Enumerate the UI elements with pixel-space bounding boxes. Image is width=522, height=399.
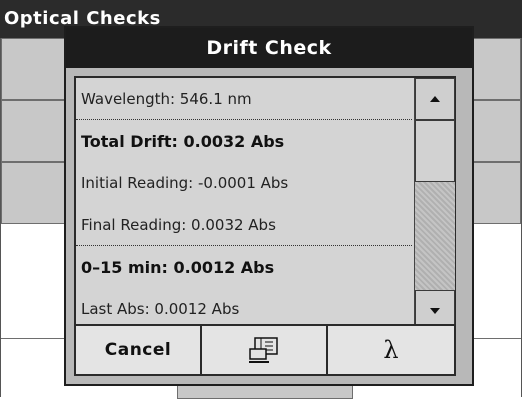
list-item-final-reading: Final Reading: 0.0032 Abs xyxy=(76,204,412,246)
background-left-button-1[interactable] xyxy=(1,38,69,100)
wavelength-button[interactable]: λ xyxy=(326,324,456,376)
cancel-button[interactable]: Cancel xyxy=(74,324,202,376)
list-item-initial-reading: Initial Reading: -0.0001 Abs xyxy=(76,162,412,204)
zero-fifteen-min-text: 0–15 min: 0.0012 Abs xyxy=(81,257,275,277)
list-scrollbar[interactable] xyxy=(414,78,455,332)
wavelength-text: Wavelength: 546.1 nm xyxy=(81,89,252,108)
scroll-up-button[interactable] xyxy=(415,78,455,120)
lambda-symbol: λ xyxy=(383,336,399,364)
background-left-button-2[interactable] xyxy=(1,100,69,162)
arrow-up-icon xyxy=(430,96,440,102)
drift-check-dialog: Drift Check Wavelength: 546.1 nm Total D… xyxy=(64,26,474,386)
list-item-0-15-min: 0–15 min: 0.0012 Abs xyxy=(76,246,412,288)
drift-results-list: Wavelength: 546.1 nm Total Drift: 0.0032… xyxy=(74,76,456,334)
dialog-title: Drift Check xyxy=(206,37,332,59)
scroll-thumb[interactable] xyxy=(415,120,455,182)
dialog-titlebar: Drift Check xyxy=(66,28,472,68)
list-item-wavelength: Wavelength: 546.1 nm xyxy=(76,78,412,120)
total-drift-text: Total Drift: 0.0032 Abs xyxy=(81,131,285,151)
background-left-button-3[interactable] xyxy=(1,162,69,224)
list-item-total-drift: Total Drift: 0.0032 Abs xyxy=(76,120,412,162)
arrow-down-icon xyxy=(430,308,440,314)
final-reading-text: Final Reading: 0.0032 Abs xyxy=(81,215,276,234)
last-abs-text: Last Abs: 0.0012 Abs xyxy=(81,300,240,318)
print-button[interactable] xyxy=(200,324,328,376)
cancel-button-label: Cancel xyxy=(104,340,172,360)
initial-reading-text: Initial Reading: -0.0001 Abs xyxy=(81,174,289,192)
printer-computer-icon xyxy=(249,337,278,363)
